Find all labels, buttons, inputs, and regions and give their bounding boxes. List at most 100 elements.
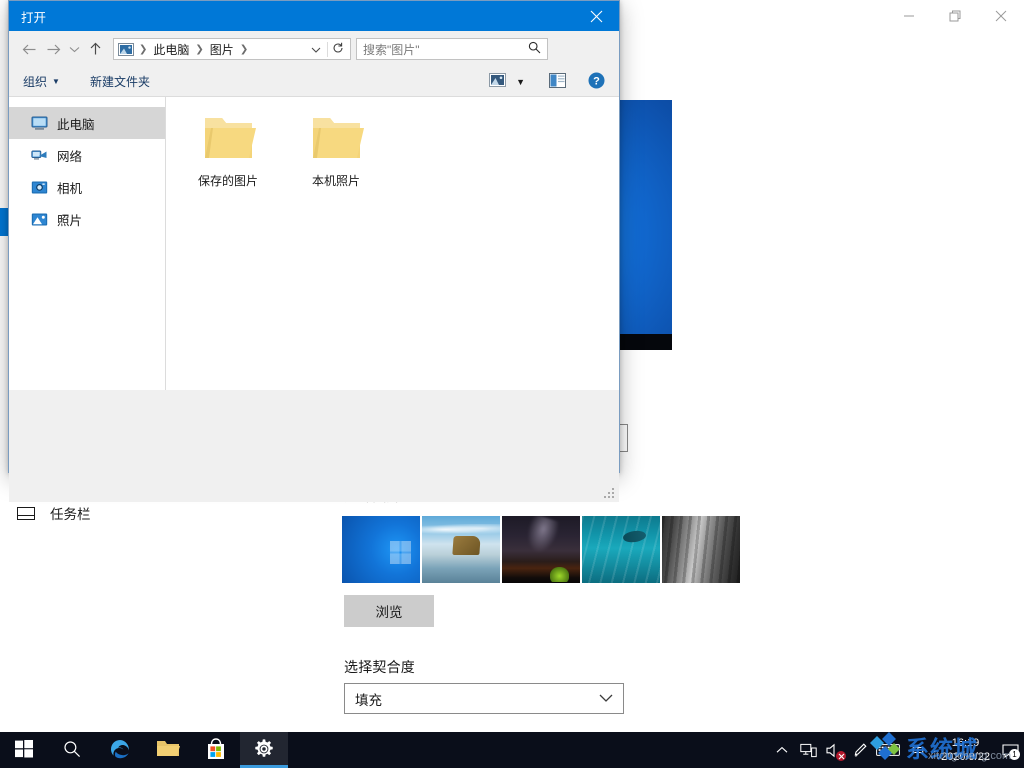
svg-text:?: ? [593,75,600,87]
dialog-title: 打开 [21,7,46,26]
breadcrumb-separator: ❯ [194,44,204,55]
search-icon [63,740,81,761]
sidebar-item-taskbar[interactable]: 任务栏 [16,500,226,526]
sidebar-item-label: 此电脑 [57,114,95,133]
network-icon [31,147,48,164]
arrow-up-icon[interactable] [83,37,107,61]
pen-icon[interactable] [847,732,873,768]
sidebar-item-label: 网络 [57,146,82,165]
file-item[interactable]: 本机照片 [300,115,372,189]
arrow-right-icon[interactable] [41,37,65,61]
wallpaper-thumbnail[interactable] [662,516,740,583]
store-icon [205,738,227,763]
file-item[interactable]: 保存的图片 [192,115,264,189]
keyboard-icon[interactable] [873,732,903,768]
wallpaper-thumbnail[interactable] [342,516,420,583]
clock-time: 16:19 [941,736,990,750]
dialog-titlebar: 打开 [9,1,619,31]
sidebar-selection-accent [0,208,8,236]
caret-down-icon: ▼ [52,77,60,86]
address-bar[interactable]: ❯ 此电脑 ❯ 图片 ❯ [113,38,351,60]
caret-down-icon[interactable]: ▼ [516,77,525,87]
close-icon[interactable] [978,0,1024,32]
sidebar-item-label: 照片 [57,210,82,229]
picture-folder-icon [116,43,136,56]
new-folder-button[interactable]: 新建文件夹 [90,73,150,90]
file-explorer-button[interactable] [144,732,192,768]
photos-icon [31,211,48,228]
file-item-label: 保存的图片 [198,172,258,189]
view-options-icon[interactable] [489,73,506,90]
help-icon[interactable]: ? [588,72,605,92]
breadcrumb-item[interactable]: 此电脑 [150,41,192,58]
organize-menu[interactable]: 组织 ▼ [23,73,60,90]
search-input[interactable]: 搜索"图片" [356,38,548,60]
chevron-down-icon [599,691,613,706]
sidebar-item-taskbar-label: 任务栏 [50,503,91,523]
fit-select[interactable]: 填充 [344,683,624,714]
gear-icon [253,738,275,763]
network-icon[interactable] [795,732,821,768]
refresh-icon[interactable] [327,42,348,57]
file-item-label: 本机照片 [312,172,360,189]
start-button[interactable] [0,732,48,768]
resize-grip[interactable] [604,488,616,500]
browse-button[interactable]: 浏览 [344,595,434,627]
dialog-footer: 文件名(N): 所有文件 (*.jpg;*.jpeg;*.bmp;*. 选择图片… [9,390,619,502]
chevron-down-icon[interactable] [307,42,325,56]
clock-date: 2020/9/22 [941,750,990,764]
dialog-navigation-bar: ❯ 此电脑 ❯ 图片 ❯ 搜索"图片" [9,31,619,67]
preview-pane-icon[interactable] [549,73,566,91]
store-button[interactable] [192,732,240,768]
ime-indicator[interactable]: 中 [903,732,933,768]
folder-icon [156,738,180,762]
chevron-up-icon[interactable] [769,732,795,768]
camera-icon [31,179,48,196]
dialog-toolbar: 组织 ▼ 新建文件夹 ▼ [9,67,619,97]
file-list-pane[interactable]: 保存的图片 本机照片 [166,97,619,390]
minimize-icon[interactable] [886,0,932,32]
window-controls [886,0,1024,32]
edge-button[interactable] [96,732,144,768]
new-folder-label: 新建文件夹 [90,73,150,90]
close-icon[interactable] [574,1,619,31]
breadcrumb-separator: ❯ [138,44,148,55]
sidebar-item-this-pc[interactable]: 此电脑 [9,107,165,139]
wallpaper-thumbnail[interactable] [502,516,580,583]
sidebar-item-camera[interactable]: 相机 [9,171,165,203]
wallpaper-thumbnail[interactable] [582,516,660,583]
dialog-body: 此电脑 网络 [9,97,619,390]
clock[interactable]: 16:19 2020/9/22 [933,736,998,764]
folder-icon [201,115,256,161]
breadcrumb-separator: ❯ [239,44,249,55]
maximize-icon[interactable] [932,0,978,32]
sidebar-item-network[interactable]: 网络 [9,139,165,171]
sidebar-item-label: 相机 [57,178,82,197]
taskbar-icon [16,503,36,523]
windows-logo-icon [15,740,33,761]
volume-muted-icon[interactable] [821,732,847,768]
arrow-left-icon[interactable] [17,37,41,61]
wallpaper-thumbnail-row [342,516,740,583]
notification-icon[interactable]: 1 [998,732,1022,768]
folder-icon [309,115,364,161]
search-button[interactable] [48,732,96,768]
toolbar-right-group: ▼ ? [489,72,605,92]
taskbar: 中 16:19 2020/9/22 1 [0,732,1024,768]
breadcrumb-item[interactable]: 图片 [207,41,237,58]
file-grid: 保存的图片 本机照片 [166,97,619,189]
mute-badge [836,751,846,761]
recent-locations-chevron-down-icon[interactable] [65,37,83,61]
organize-label: 组织 [23,73,47,90]
search-placeholder: 搜索"图片" [363,41,420,58]
search-icon[interactable] [528,41,541,57]
notification-count-badge: 1 [1009,749,1020,760]
wallpaper-thumbnail[interactable] [422,516,500,583]
settings-button[interactable] [240,732,288,768]
sidebar-item-photos[interactable]: 照片 [9,203,165,235]
fit-select-value: 填充 [355,689,382,709]
edge-icon [108,737,132,764]
choose-fit-label: 选择契合度 [344,657,415,677]
screen: 任务栏 选择图片 浏览 选择契合度 填充 打开 [0,0,1024,768]
dialog-sidebar: 此电脑 网络 [9,97,166,390]
